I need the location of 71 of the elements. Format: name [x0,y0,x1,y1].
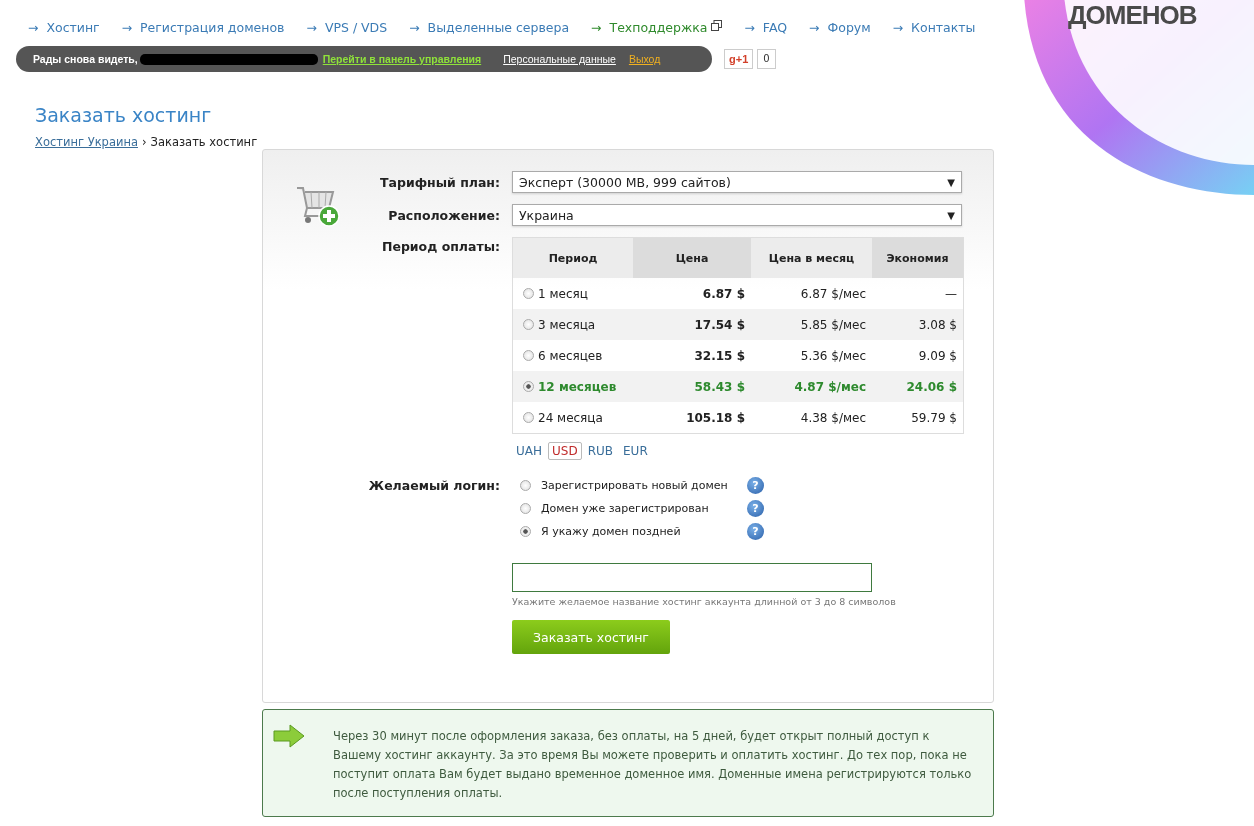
field-hint: Укажите желаемое название хостинг аккаунта длинной от 3 до 8 символов [512,596,896,607]
google-plus-button[interactable]: g+1 [724,49,754,69]
logout-link[interactable]: Выход [628,53,661,65]
currency-tab[interactable]: UAH [512,442,546,460]
login-input-field[interactable] [512,563,872,592]
login-label: Желаемый логин: [367,477,500,493]
radio-button[interactable] [523,288,534,299]
table-cell-text: 59.79 $ [910,409,958,427]
profile-link[interactable]: Персональные данные [503,53,616,65]
help-icon[interactable]: ? [747,477,764,494]
nav-link[interactable]: → Регистрация доменов [121,16,285,38]
column-header: Экономия [872,238,963,278]
nav-link[interactable]: → Контакты [892,16,976,38]
table-cell-text: — [944,285,958,303]
location-dropdown[interactable]: Украина ▼ [512,204,962,226]
radio-label[interactable]: Я укажу домен поздней [541,525,737,538]
help-icon[interactable]: ? [747,523,764,540]
location-label: Расположение: [387,207,500,223]
currency-tab[interactable]: RUB [583,442,617,460]
table-cell-text: 9.09 $ [917,347,958,365]
breadcrumb-current: Заказать хостинг [150,135,258,149]
table-cell-text: 105.18 $ [685,409,746,427]
help-icon[interactable]: ? [747,500,764,517]
table-cell-text: 5.36 $/мес [799,347,867,365]
currency-tab[interactable]: USD [548,442,582,460]
radio-button[interactable] [523,350,534,361]
greeting-text: Рады снова видеть, [33,53,138,65]
period-option[interactable]: 12 месяцев [513,371,633,402]
nav-link[interactable]: → Форум [809,16,871,38]
radio-button[interactable] [520,480,531,491]
period-option[interactable]: 1 месяц [513,278,633,309]
arrow-right-icon [273,724,305,748]
period-option[interactable]: 6 месяцев [513,340,633,371]
period-option[interactable]: 24 месяца [513,402,633,433]
table-cell-text: 17.54 $ [693,316,746,334]
column-header: Цена [633,238,751,278]
period-label: Период оплаты: [380,238,500,254]
table-cell-text: 3.08 $ [917,316,958,334]
radio-button[interactable] [523,381,534,392]
breadcrumb-separator: › [141,135,147,149]
nav-link[interactable]: → Хостинг [28,16,100,38]
table-cell-text: 5.85 $/мес [799,316,867,334]
table-cell-text: 6.87 $ [701,285,746,303]
notice-text: Через 30 минут после оформления заказа, без оплаты, на 5 дней, будет открыт полный доступ к Вашему хостинг аккаунту. За это время Вы можете проверить и оплатить хостинг. До тех пор, пока не поступит оплата Вам будет выдано временное доменное имя. Доменные имена регистрируются только после поступления оплаты. [333,728,973,802]
column-header: Период [513,238,633,278]
column-header: Цена в месяц [751,238,872,278]
radio-button[interactable] [520,526,531,537]
radio-button[interactable] [523,319,534,330]
logo-text[interactable]: ДОМЕНОВ [1068,0,1197,30]
currency-tab[interactable]: EUR [619,442,652,460]
nav-link[interactable]: → VPS / VDS [306,16,388,38]
nav-link[interactable]: → Выделенные сервера [409,16,570,38]
table-cell-text: 58.43 $ [693,378,746,396]
radio-button[interactable] [520,503,531,514]
control-panel-link[interactable]: Перейти в панель управления [322,53,482,65]
radio-label[interactable]: Домен уже зарегистрирован [541,502,737,515]
radio-button[interactable] [523,412,534,423]
table-cell-text: 24.06 $ [905,378,958,396]
plan-dropdown[interactable]: Эксперт (30000 MB, 999 сайтов) ▼ [512,171,962,193]
table-cell-text: 32.15 $ [693,347,746,365]
table-cell-text: 4.87 $/мес [793,378,867,396]
period-option[interactable]: 3 месяца [513,309,633,340]
nav-link[interactable]: → Техподдержка [591,16,723,38]
nav-link[interactable]: → FAQ [744,16,788,38]
table-cell-text: 6.87 $/мес [799,285,867,303]
breadcrumb-link[interactable]: Хостинг Украина [35,135,138,149]
radio-label[interactable]: Зарегистрировать новый домен [541,479,737,492]
table-cell-text: 4.38 $/мес [799,409,867,427]
share-count: 0 [757,49,776,69]
page-title: Заказать хостинг [35,104,213,126]
plan-label: Тарифный план: [379,174,500,190]
